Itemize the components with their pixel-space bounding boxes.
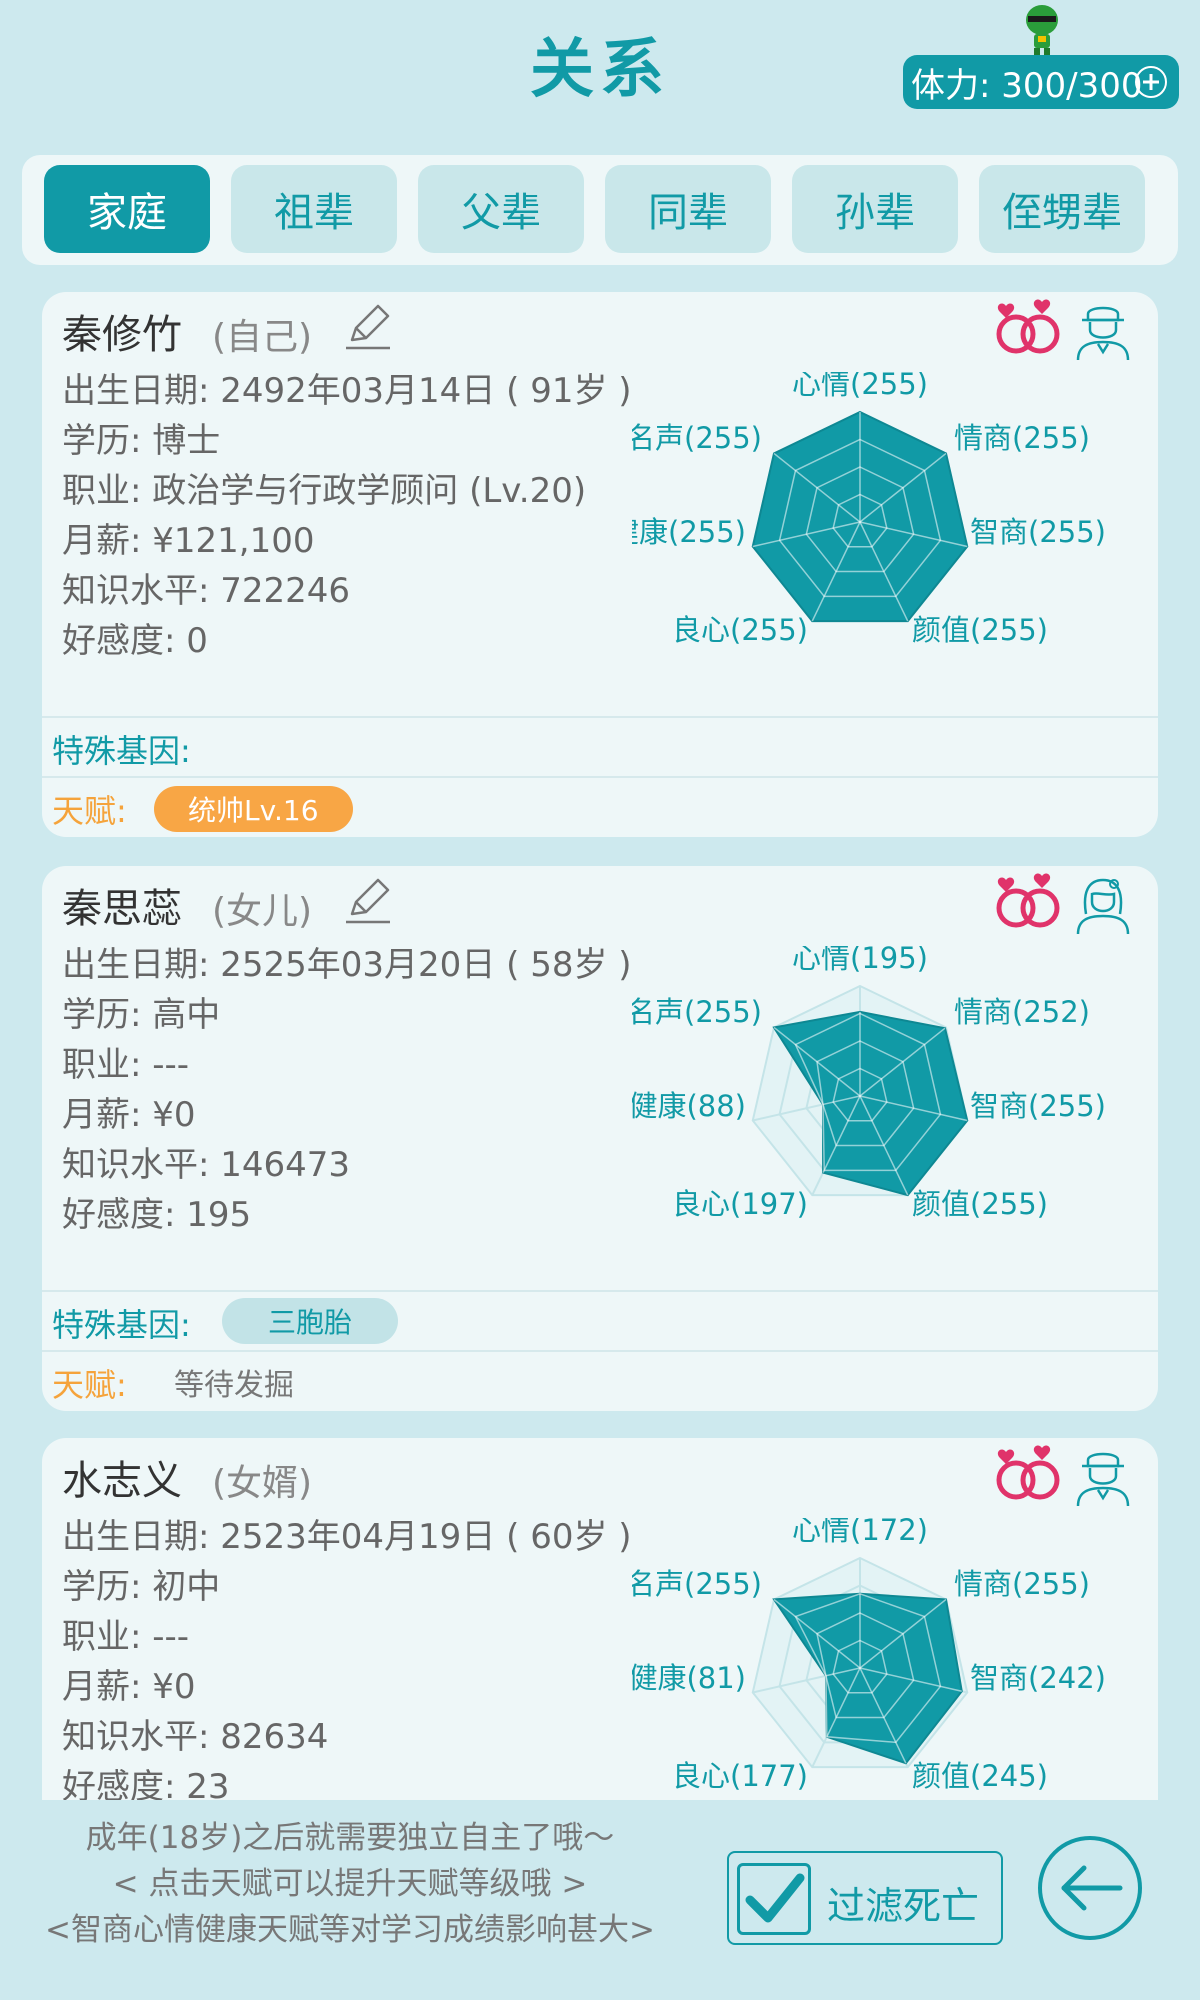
tip-text: 成年(18岁)之后就需要独立自主了哦～ bbox=[85, 1820, 615, 1856]
attribute-radar-chart: 心情(172) 情商(255) 智商(242) 颜值(245) 良心(177) 健康(81… bbox=[632, 1518, 1106, 1793]
attribute-radar-chart: 心情(255) 情商(255) 智商(255) 颜值(255) 良心(255) 健康(25… bbox=[632, 372, 1106, 647]
stamina-display: 体力: 300/300 bbox=[903, 55, 1179, 109]
radar-label: 情商(255) bbox=[954, 421, 1090, 455]
education: 学历: 初中 bbox=[62, 1567, 221, 1607]
knowledge-level: 知识水平: 82634 bbox=[62, 1717, 329, 1757]
talent-label: 天赋: bbox=[52, 1366, 127, 1404]
talent-badge[interactable]: 统帅Lv.16 bbox=[154, 786, 353, 832]
radar-label: 健康(88) bbox=[632, 1089, 746, 1123]
generation-tabs: 家庭 祖辈 父辈 同辈 孙辈 侄甥辈 bbox=[22, 155, 1178, 265]
occupation: 职业: --- bbox=[62, 1045, 190, 1085]
attribute-radar-chart: 心情(195) 情商(252) 智商(255) 颜值(255) 良心(197) 健康(88… bbox=[632, 946, 1106, 1221]
member-name: 水志义 bbox=[62, 1458, 182, 1504]
footer: 成年(18岁)之后就需要独立自主了哦～ < 点击天赋可以提升天赋等级哦 > <智… bbox=[0, 1800, 1200, 2000]
stamina-label: 体力: 300/300 bbox=[911, 65, 1143, 106]
salary: 月薪: ¥121,100 bbox=[62, 521, 315, 561]
radar-label: 良心(255) bbox=[672, 613, 808, 647]
member-relation: (女儿) bbox=[212, 891, 313, 932]
tab-family[interactable]: 家庭 bbox=[44, 165, 210, 253]
filter-dead-toggle[interactable]: 过滤死亡 bbox=[727, 1851, 1003, 1945]
talent-label: 天赋: bbox=[52, 792, 127, 830]
special-gene-label: 特殊基因: bbox=[52, 732, 191, 770]
edit-name-icon[interactable] bbox=[342, 300, 394, 352]
radar-label: 名声(255) bbox=[632, 1567, 762, 1601]
member-relation: (自己) bbox=[212, 317, 313, 358]
marriage-rings-icon[interactable] bbox=[992, 296, 1066, 358]
occupation: 职业: --- bbox=[62, 1617, 190, 1657]
tab-grandchildren[interactable]: 孙辈 bbox=[792, 165, 958, 253]
radar-label: 智商(242) bbox=[970, 1661, 1106, 1695]
radar-label: 名声(255) bbox=[632, 995, 762, 1029]
salary: 月薪: ¥0 bbox=[62, 1667, 196, 1707]
favorability: 好感度: 0 bbox=[62, 621, 208, 661]
member-card[interactable]: 水志义 (女婿) 出生日期: 2523年04月19日 ( 60岁 ) 学历: 初… bbox=[42, 1438, 1158, 1838]
marriage-rings-icon[interactable] bbox=[992, 870, 1066, 932]
talent-value[interactable]: 等待发掘 bbox=[174, 1360, 294, 1404]
divider bbox=[42, 1290, 1158, 1292]
checkmark-icon bbox=[745, 1873, 805, 1923]
member-info: 出生日期: 2492年03月14日 ( 91岁 ) 学历: 博士 职业: 政治学… bbox=[62, 366, 632, 666]
member-relation: (女婿) bbox=[212, 1463, 313, 1504]
special-gene-badge[interactable]: 三胞胎 bbox=[222, 1298, 398, 1344]
edit-name-icon[interactable] bbox=[342, 874, 394, 926]
hero-character-icon bbox=[1026, 5, 1058, 57]
radar-label: 颜值(255) bbox=[912, 613, 1048, 647]
radar-label: 智商(255) bbox=[970, 1089, 1106, 1123]
divider bbox=[42, 1350, 1158, 1352]
divider bbox=[42, 716, 1158, 718]
filter-checkbox[interactable] bbox=[737, 1863, 811, 1935]
member-info: 出生日期: 2523年04月19日 ( 60岁 ) 学历: 初中 职业: ---… bbox=[62, 1512, 632, 1812]
radar-label: 智商(255) bbox=[970, 515, 1106, 549]
filter-label: 过滤死亡 bbox=[827, 1884, 980, 1928]
radar-label: 健康(81) bbox=[632, 1661, 746, 1695]
birth-date: 出生日期: 2492年03月14日 ( 91岁 ) bbox=[62, 371, 632, 411]
member-info: 出生日期: 2525年03月20日 ( 58岁 ) 学历: 高中 职业: ---… bbox=[62, 940, 632, 1240]
education: 学历: 高中 bbox=[62, 995, 221, 1035]
radar-label: 颜值(255) bbox=[912, 1187, 1048, 1221]
tip-text: < 点击天赋可以提升天赋等级哦 > bbox=[112, 1866, 588, 1902]
tab-nephews[interactable]: 侄甥辈 bbox=[979, 165, 1145, 253]
tip-text: <智商心情健康天赋等对学习成绩影响甚大> bbox=[45, 1912, 655, 1948]
knowledge-level: 知识水平: 722246 bbox=[62, 571, 351, 611]
male-avatar-icon bbox=[1076, 1452, 1130, 1507]
favorability: 好感度: 195 bbox=[62, 1195, 252, 1235]
occupation: 职业: 政治学与行政学顾问 (Lv.20) bbox=[62, 471, 587, 511]
radar-label: 颜值(245) bbox=[912, 1759, 1048, 1793]
radar-label: 良心(197) bbox=[672, 1187, 808, 1221]
radar-label: 情商(252) bbox=[954, 995, 1090, 1029]
tab-parents[interactable]: 父辈 bbox=[418, 165, 584, 253]
radar-label: 心情(172) bbox=[792, 1518, 928, 1547]
knowledge-level: 知识水平: 146473 bbox=[62, 1145, 351, 1185]
radar-label: 心情(195) bbox=[792, 946, 928, 975]
radar-label: 名声(255) bbox=[632, 421, 762, 455]
radar-label: 健康(255) bbox=[632, 515, 746, 549]
tab-peers[interactable]: 同辈 bbox=[605, 165, 771, 253]
back-arrow-icon[interactable] bbox=[1036, 1834, 1144, 1942]
tab-grandparents[interactable]: 祖辈 bbox=[231, 165, 397, 253]
marriage-rings-icon[interactable] bbox=[992, 1442, 1066, 1504]
special-gene-label: 特殊基因: bbox=[52, 1306, 191, 1344]
divider bbox=[42, 776, 1158, 778]
member-card[interactable]: 秦修竹 (自己) 出生日期: 2492年03月14日 ( 91岁 ) 学历: 博… bbox=[42, 292, 1158, 837]
add-stamina-icon[interactable] bbox=[1135, 66, 1167, 98]
education: 学历: 博士 bbox=[62, 421, 221, 461]
female-avatar-icon bbox=[1076, 878, 1130, 935]
birth-date: 出生日期: 2523年04月19日 ( 60岁 ) bbox=[62, 1517, 632, 1557]
salary: 月薪: ¥0 bbox=[62, 1095, 196, 1135]
birth-date: 出生日期: 2525年03月20日 ( 58岁 ) bbox=[62, 945, 632, 985]
male-avatar-icon bbox=[1076, 306, 1130, 361]
radar-label: 心情(255) bbox=[792, 372, 928, 401]
radar-label: 良心(177) bbox=[672, 1759, 808, 1793]
member-card[interactable]: 秦思蕊 (女儿) 出生日期: 2525年03月20日 ( 58岁 ) 学历: 高… bbox=[42, 866, 1158, 1411]
member-name: 秦思蕊 bbox=[62, 886, 182, 932]
member-name: 秦修竹 bbox=[62, 312, 182, 358]
radar-label: 情商(255) bbox=[954, 1567, 1090, 1601]
